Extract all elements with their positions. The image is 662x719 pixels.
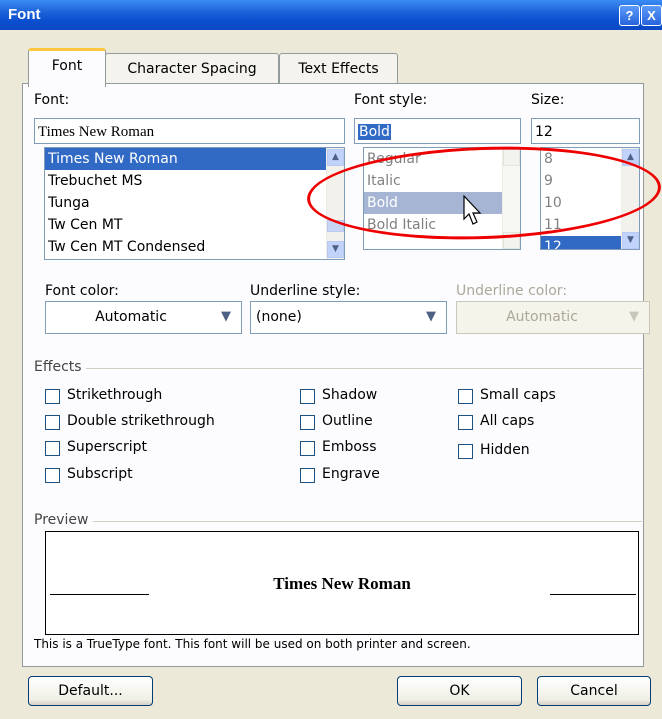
checkbox-box[interactable] [45, 389, 60, 404]
scroll-up-icon[interactable]: ▲ [327, 149, 344, 166]
preview-divider [34, 521, 642, 522]
checkbox-box[interactable] [300, 389, 315, 404]
underline-color-value: Automatic [506, 309, 578, 325]
chevron-down-icon: ▼ [629, 309, 639, 324]
font-list[interactable]: Times New Roman Trebuchet MS Tunga Tw Ce… [44, 147, 345, 260]
effects-divider [34, 368, 642, 369]
preview-line-right [550, 594, 636, 595]
checkbox-label: Engrave [322, 466, 380, 482]
underline-color-dropdown: Automatic ▼ [456, 301, 650, 334]
checkbox-label: Outline [322, 413, 373, 429]
checkbox-label: Shadow [322, 387, 378, 403]
checkbox-box[interactable] [458, 415, 473, 430]
tab-text-effects[interactable]: Text Effects [279, 53, 398, 84]
font-name-input[interactable]: Times New Roman [34, 118, 345, 144]
checkbox-label: Superscript [67, 439, 148, 455]
checkbox-box[interactable] [300, 415, 315, 430]
preview-note: This is a TrueType font. This font will … [34, 637, 471, 651]
preview-label: Preview [34, 512, 93, 528]
checkbox-box[interactable] [45, 415, 60, 430]
help-button[interactable]: ? [619, 5, 640, 26]
font-list-item[interactable]: Times New Roman [45, 148, 344, 170]
close-button[interactable]: X [641, 5, 662, 26]
window-title: Font [8, 6, 41, 23]
size-input[interactable]: 12 [531, 118, 640, 144]
checkbox-label: Emboss [322, 439, 377, 455]
cancel-button[interactable]: Cancel [537, 676, 651, 706]
title-bar: Font ? X [0, 0, 662, 30]
underline-color-label: Underline color: [456, 283, 568, 299]
checkbox-label: Hidden [480, 442, 530, 458]
size-label: Size: [531, 92, 565, 108]
mouse-cursor-icon [463, 195, 482, 225]
checkbox-box[interactable] [300, 468, 315, 483]
scroll-down-icon[interactable]: ▼ [622, 232, 639, 249]
tab-font[interactable]: Font [28, 48, 106, 87]
checkbox-box[interactable] [300, 441, 315, 456]
ok-button[interactable]: OK [397, 676, 522, 706]
checkbox-label: Small caps [480, 387, 556, 403]
font-list-item[interactable]: Tw Cen MT Condensed [45, 236, 344, 258]
default-button[interactable]: Default... [28, 676, 153, 706]
font-dialog: Font ? X Font Character Spacing Text Eff… [0, 0, 662, 719]
tab-character-spacing[interactable]: Character Spacing [105, 53, 279, 84]
checkbox-label: Strikethrough [67, 387, 163, 403]
checkbox-label: All caps [480, 413, 535, 429]
font-list-item[interactable]: Tunga [45, 192, 344, 214]
underline-style-label: Underline style: [250, 283, 361, 299]
checkbox-label: Double strikethrough [67, 413, 215, 429]
font-color-dropdown[interactable]: Automatic ▼ [45, 301, 242, 334]
font-color-label: Font color: [45, 283, 119, 299]
font-style-input[interactable]: Bold [354, 118, 521, 144]
preview-sample: Times New Roman [273, 574, 411, 593]
chevron-down-icon: ▼ [426, 309, 436, 324]
underline-style-dropdown[interactable]: (none) ▼ [250, 301, 447, 334]
font-list-item[interactable]: Trebuchet MS [45, 170, 344, 192]
font-style-value: Bold [358, 124, 391, 140]
font-color-value: Automatic [95, 309, 167, 325]
underline-style-value: (none) [256, 309, 302, 325]
checkbox-box[interactable] [45, 468, 60, 483]
font-style-label: Font style: [354, 92, 428, 108]
chevron-down-icon: ▼ [221, 309, 231, 324]
effects-label: Effects [34, 359, 86, 375]
checkbox-box[interactable] [45, 441, 60, 456]
checkbox-label: Subscript [67, 466, 133, 482]
checkbox-box[interactable] [458, 389, 473, 404]
font-list-item[interactable]: Tw Cen MT [45, 214, 344, 236]
preview-box: Times New Roman [45, 531, 639, 635]
scroll-down-icon[interactable]: ▼ [327, 241, 344, 258]
checkbox-box[interactable] [458, 444, 473, 459]
preview-line-left [50, 594, 149, 595]
font-label: Font: [34, 92, 70, 108]
